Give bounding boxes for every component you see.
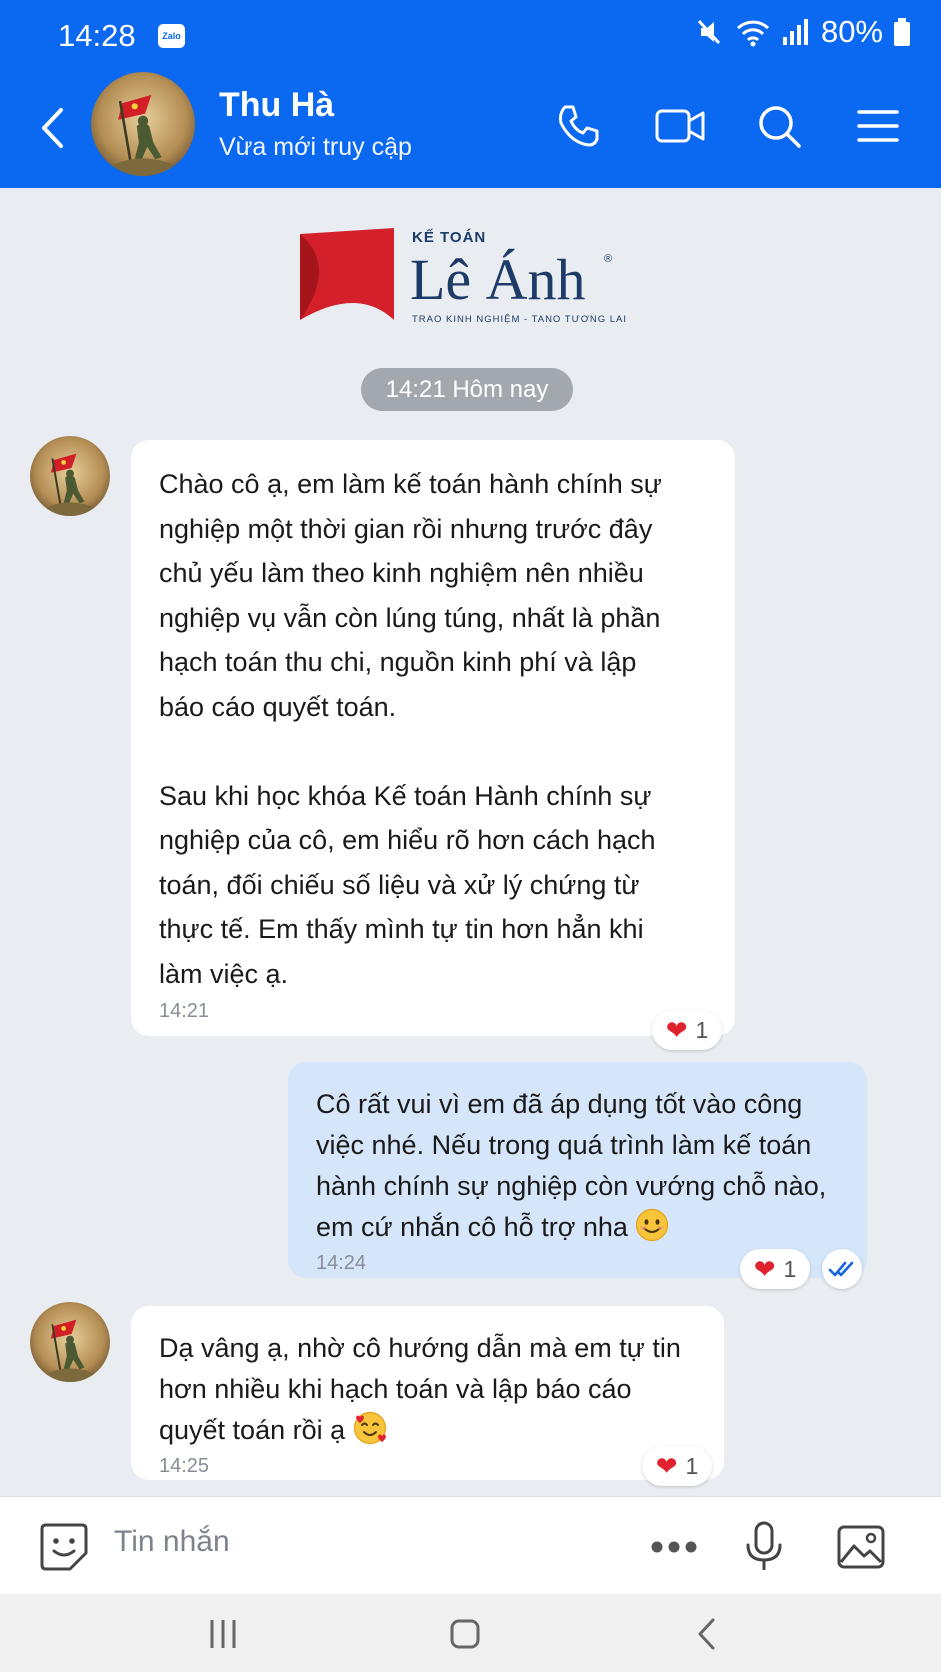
reaction-badge[interactable]: ❤ 1 — [740, 1249, 810, 1289]
status-time: 14:28 — [58, 18, 136, 53]
message-text: Dạ vâng ạ, nhờ cô hướng dẫn mà em tự tin… — [159, 1333, 681, 1445]
reaction-count: 1 — [783, 1255, 797, 1282]
system-back-button[interactable] — [681, 1612, 731, 1656]
heart-icon: ❤ — [753, 1254, 776, 1284]
heart-icon: ❤ — [665, 1015, 688, 1045]
message-text: Cô rất vui vì em đã áp dụng tốt vào công… — [316, 1089, 827, 1242]
message-bubble-outgoing[interactable]: Cô rất vui vì em đã áp dụng tốt vào công… — [288, 1062, 867, 1278]
menu-button[interactable] — [852, 100, 904, 152]
wifi-icon — [736, 20, 769, 47]
logo-flag-icon — [300, 228, 394, 320]
hamburger-menu-icon — [857, 110, 899, 142]
brand-logo: KẾ TOÁN Lê Ánh ® TRAO KINH NGHIỆM - TANO… — [298, 226, 626, 326]
double-check-icon — [828, 1261, 854, 1277]
contact-avatar[interactable] — [91, 72, 195, 176]
send-image-button[interactable] — [833, 1519, 889, 1575]
message-text-wrap: Cô rất vui vì em đã áp dụng tốt vào công… — [316, 1084, 839, 1248]
more-dots-icon — [651, 1541, 697, 1553]
battery-icon — [894, 18, 910, 46]
voice-message-button[interactable] — [736, 1519, 792, 1575]
sticker-button[interactable] — [36, 1519, 92, 1575]
message-input[interactable]: Tin nhắn — [114, 1525, 230, 1559]
message-time: 14:25 — [159, 1455, 210, 1477]
message-bubble-incoming[interactable]: Chào cô ạ, em làm kế toán hành chính sự … — [131, 440, 735, 1036]
app-header: 14:28 Zalo 80% Thu Hà Vừa mới truy cập — [0, 0, 941, 188]
message-text-wrap: Dạ vâng ạ, nhờ cô hướng dẫn mà em tự tin… — [159, 1328, 696, 1451]
chevron-left-icon — [42, 108, 63, 148]
microphone-icon — [746, 1521, 782, 1570]
read-receipt — [822, 1249, 862, 1289]
status-indicators: 80% — [693, 14, 911, 50]
message-composer: Tin nhắn — [0, 1496, 941, 1594]
reaction-count: 1 — [685, 1452, 699, 1479]
home-button[interactable] — [440, 1612, 490, 1656]
sticker-icon — [40, 1523, 88, 1571]
date-separator: 14:21 Hôm nay — [361, 368, 573, 411]
logo-tagline: TRAO KINH NGHIỆM - TANO TƯƠNG LAI — [412, 314, 627, 325]
search-icon — [759, 106, 801, 148]
voice-call-button[interactable] — [552, 100, 604, 152]
reaction-badge[interactable]: ❤ 1 — [642, 1446, 712, 1486]
system-navigation-bar — [0, 1594, 941, 1672]
battery-percent: 80% — [820, 14, 883, 49]
video-call-button[interactable] — [654, 100, 706, 152]
message-bubble-incoming[interactable]: Dạ vâng ạ, nhờ cô hướng dẫn mà em tự tin… — [131, 1306, 724, 1480]
logo-subtitle: KẾ TOÁN — [412, 229, 487, 246]
sender-avatar[interactable] — [30, 1302, 110, 1382]
contact-name[interactable]: Thu Hà — [219, 86, 334, 125]
video-camera-icon — [655, 109, 705, 143]
logo-wordmark: Lê Ánh — [410, 247, 586, 312]
reaction-badge[interactable]: ❤ 1 — [652, 1010, 722, 1050]
signal-icon — [782, 19, 808, 45]
smiling-face-with-hearts-emoji-icon — [353, 1411, 386, 1445]
mute-icon — [697, 19, 721, 45]
contact-status: Vừa mới truy cập — [219, 133, 412, 161]
back-button[interactable] — [34, 104, 70, 152]
heart-icon: ❤ — [655, 1451, 678, 1481]
logo-registered-mark: ® — [604, 253, 613, 265]
image-gallery-icon — [837, 1525, 885, 1569]
sender-avatar[interactable] — [30, 436, 110, 516]
recent-apps-icon — [210, 1620, 236, 1648]
reaction-count: 1 — [695, 1016, 709, 1043]
home-icon — [450, 1619, 480, 1649]
back-arrow-icon — [698, 1618, 715, 1650]
search-button[interactable] — [753, 100, 805, 152]
smiling-face-emoji-icon — [636, 1208, 669, 1242]
recent-apps-button[interactable] — [198, 1612, 248, 1656]
phone-icon — [559, 105, 599, 147]
more-options-button[interactable] — [646, 1519, 702, 1575]
message-text: Chào cô ạ, em làm kế toán hành chính sự … — [159, 469, 662, 989]
zalo-notification-icon: Zalo — [158, 24, 185, 48]
message-time: 14:21 — [159, 1000, 210, 1022]
